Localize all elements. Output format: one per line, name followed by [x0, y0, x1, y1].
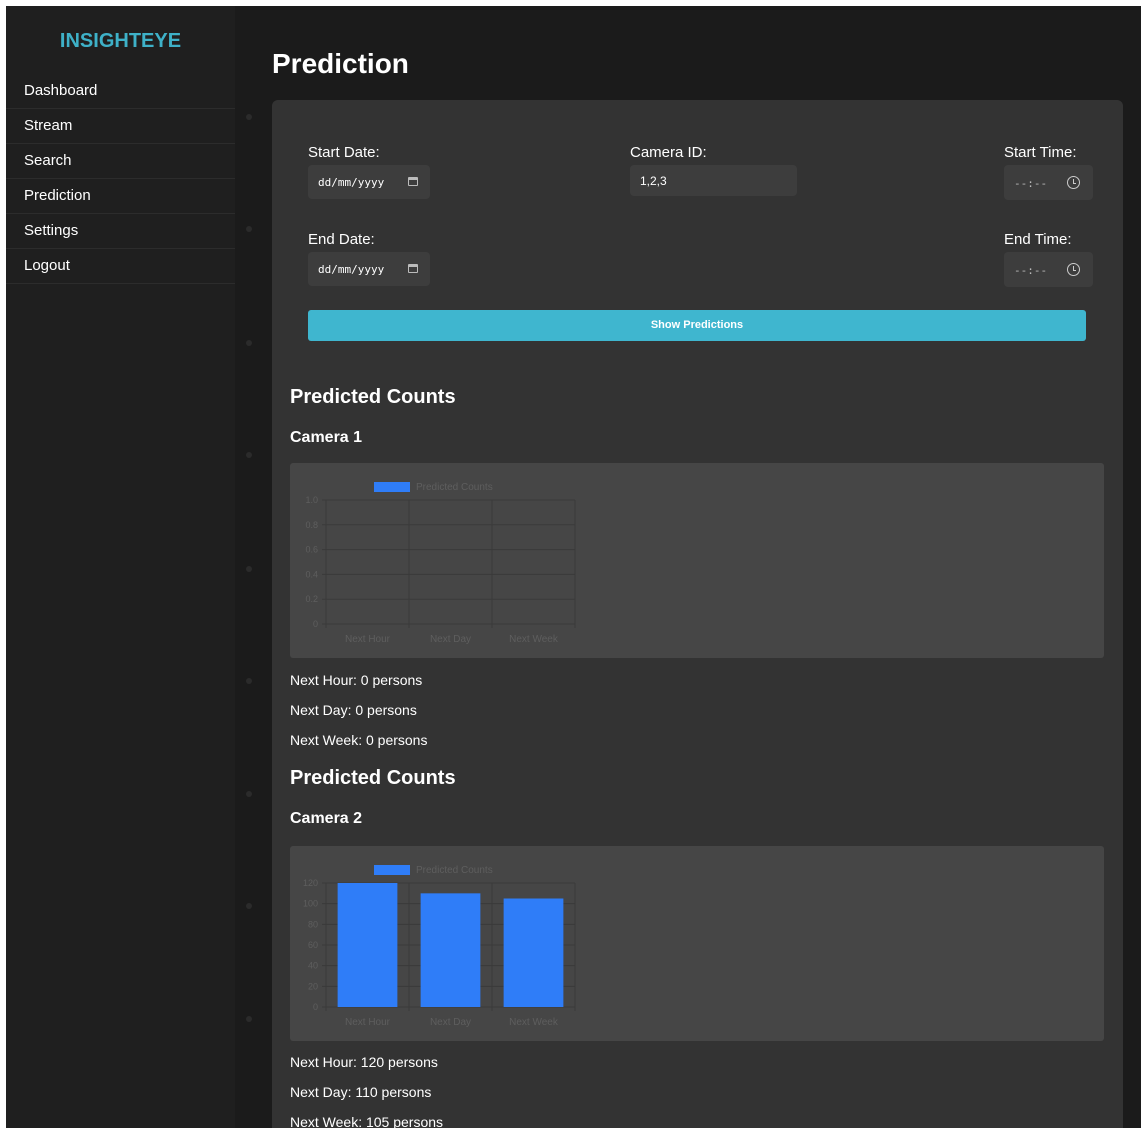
chart-camera-2: Predicted Counts 0 20 40 60 80 100 120 Next Hour… [290, 846, 1104, 1041]
y-tick-label: 0.4 [305, 569, 318, 579]
y-tick-label: 80 [308, 919, 318, 929]
stat-next-day: Next Day: 0 persons [290, 702, 417, 718]
y-tick-label: 20 [308, 981, 318, 991]
camera-id-value: 1,2,3 [640, 174, 667, 188]
camera-id-input[interactable]: 1,2,3 [630, 165, 797, 196]
y-tick-label: 1.0 [305, 495, 318, 505]
x-tick-label: Next Day [430, 634, 471, 645]
sidebar: INSIGHTEYE Dashboard Stream Search Predi… [6, 6, 235, 1128]
app-window: INSIGHTEYE Dashboard Stream Search Predi… [6, 6, 1141, 1128]
y-tick-label: 0 [313, 1002, 318, 1012]
section-title: Predicted Counts [290, 386, 456, 408]
legend-swatch [374, 482, 410, 492]
start-date-label: Start Date: [308, 144, 380, 161]
y-tick-label: 60 [308, 940, 318, 950]
end-date-label: End Date: [308, 231, 375, 248]
legend-label: Predicted Counts [416, 865, 493, 876]
y-tick-label: 40 [308, 961, 318, 971]
bar [503, 898, 564, 1007]
start-date-input[interactable]: dd/mm/yyyy [308, 165, 430, 199]
show-predictions-button[interactable]: Show Predictions [308, 310, 1086, 341]
calendar-icon[interactable] [408, 264, 418, 273]
legend-swatch [374, 865, 410, 875]
bar [337, 883, 398, 1007]
x-tick-label: Next Hour [345, 634, 391, 645]
y-tick-label: 0 [313, 619, 318, 629]
bar [420, 893, 481, 1007]
page-title: Prediction [272, 48, 409, 79]
sidebar-item-prediction[interactable]: Prediction [6, 179, 235, 214]
prediction-panel: Start Date: dd/mm/yyyy Camera ID: 1,2,3 … [272, 100, 1123, 1128]
x-tick-label: Next Week [509, 1017, 559, 1028]
sidebar-item-dashboard[interactable]: Dashboard [6, 74, 235, 109]
end-date-input[interactable]: dd/mm/yyyy [308, 252, 430, 286]
end-time-value: --:-- [1014, 264, 1048, 277]
y-tick-label: 120 [303, 878, 318, 888]
y-tick-label: 0.6 [305, 545, 318, 555]
stat-next-week: Next Week: 105 persons [290, 1114, 444, 1128]
camera-id-label: Camera ID: [630, 144, 707, 161]
sidebar-item-search[interactable]: Search [6, 144, 235, 179]
bar-chart: Predicted Counts 0 20 40 60 80 100 120 Next Hour… [303, 865, 576, 1028]
clock-icon[interactable] [1067, 176, 1080, 189]
start-time-label: Start Time: [1004, 144, 1077, 161]
start-time-input[interactable]: --:-- [1004, 165, 1093, 200]
y-tick-label: 0.8 [305, 520, 318, 530]
x-tick-label: Next Day [430, 1017, 471, 1028]
legend-label: Predicted Counts [416, 482, 493, 493]
stat-next-week: Next Week: 0 persons [290, 732, 428, 748]
y-tick-label: 100 [303, 899, 318, 909]
main-content: Prediction Start Date: dd/mm/yyyy Camera… [272, 6, 1141, 1128]
camera-title: Camera 2 [290, 810, 363, 827]
camera-title: Camera 1 [290, 429, 363, 446]
x-tick-label: Next Week [509, 634, 559, 645]
section-title: Predicted Counts [290, 767, 456, 789]
end-date-value: dd/mm/yyyy [318, 263, 385, 276]
end-time-input[interactable]: --:-- [1004, 252, 1093, 287]
calendar-icon[interactable] [408, 177, 418, 186]
start-time-value: --:-- [1014, 177, 1048, 190]
sidebar-item-stream[interactable]: Stream [6, 109, 235, 144]
stat-next-day: Next Day: 110 persons [290, 1084, 432, 1100]
bar-chart: Predicted Counts 0 0.2 0.4 0.6 0.8 1.0 Next Hou… [305, 482, 576, 645]
start-date-value: dd/mm/yyyy [318, 176, 385, 189]
end-time-label: End Time: [1004, 231, 1072, 248]
sidebar-item-logout[interactable]: Logout [6, 249, 235, 284]
stat-next-hour: Next Hour: 120 persons [290, 1054, 438, 1070]
clock-icon[interactable] [1067, 263, 1080, 276]
brand-logo[interactable]: INSIGHTEYE [6, 6, 235, 74]
sidebar-item-settings[interactable]: Settings [6, 214, 235, 249]
y-tick-label: 0.2 [305, 594, 318, 604]
x-tick-label: Next Hour [345, 1017, 391, 1028]
stat-next-hour: Next Hour: 0 persons [290, 672, 423, 688]
chart-camera-1: Predicted Counts 0 0.2 0.4 0.6 0.8 1.0 Next Hou… [290, 463, 1104, 658]
decorative-dots [246, 6, 254, 1128]
